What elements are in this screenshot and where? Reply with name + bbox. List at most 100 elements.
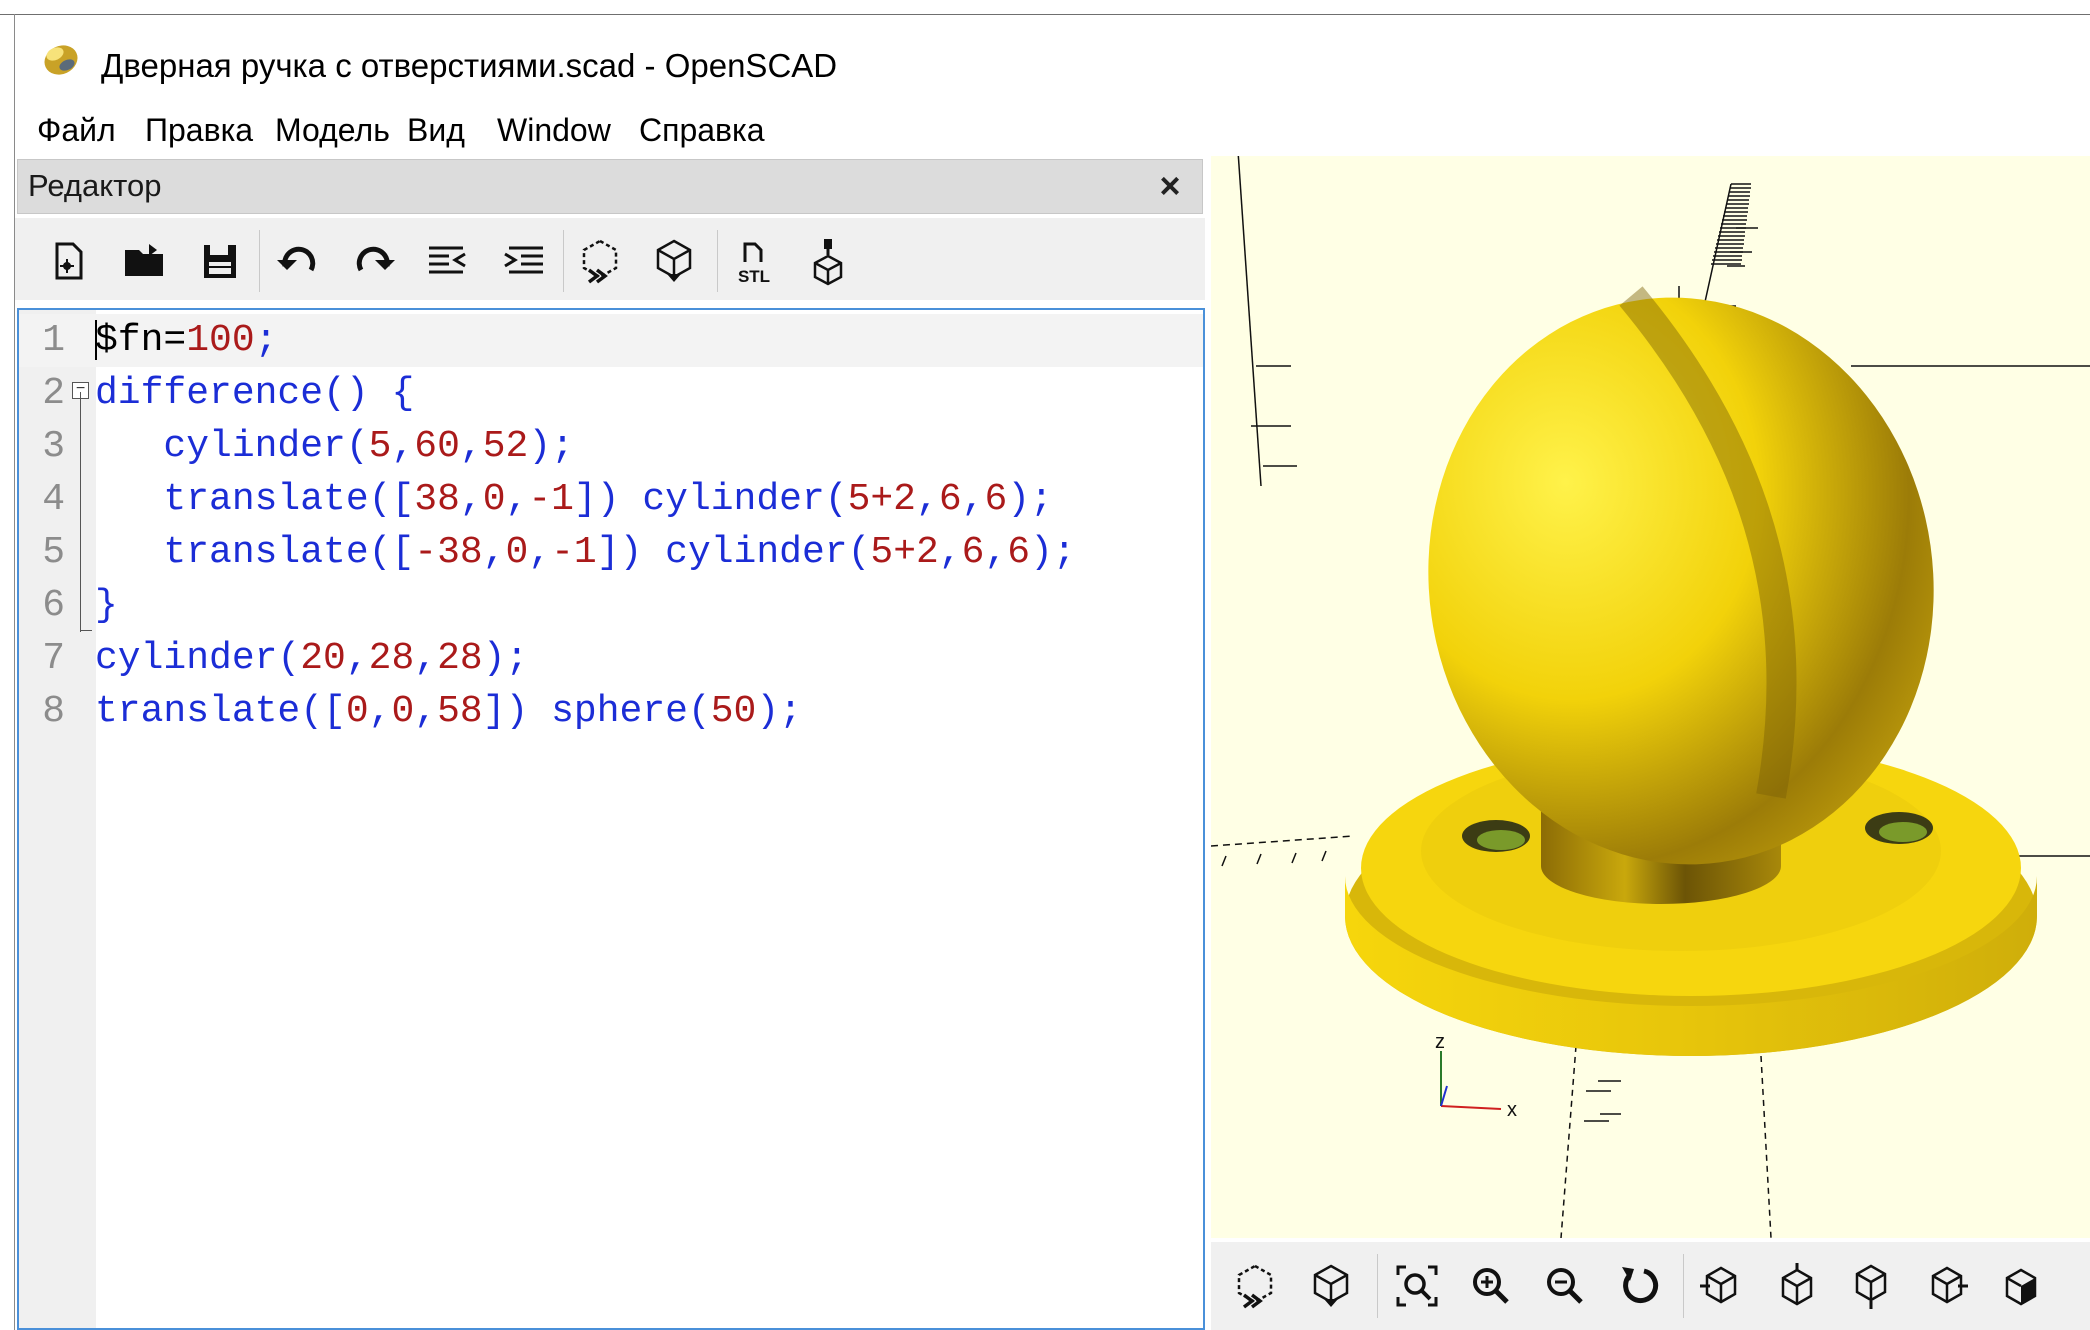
- view-bottom-button[interactable]: [1841, 1256, 1901, 1316]
- code-token: 5: [368, 425, 392, 468]
- toolbar-separator: [259, 230, 260, 292]
- line-number: 2: [42, 372, 65, 415]
- zoom-in-button[interactable]: [1461, 1256, 1521, 1316]
- code-text: translate([0,0,58]) sphere(50);: [95, 685, 802, 738]
- preview-icon: [582, 239, 618, 284]
- code-text: translate([38,0,-1]) cylinder(5+2,6,6);: [95, 473, 1053, 526]
- menu-model[interactable]: Модель: [261, 105, 404, 155]
- code-token: ,: [368, 690, 392, 733]
- code-line[interactable]: 2− difference() {: [19, 367, 1203, 420]
- view-top-button[interactable]: [1767, 1256, 1827, 1316]
- line-number: 6: [42, 584, 65, 627]
- code-token: 6: [1007, 531, 1031, 574]
- redo-button[interactable]: [345, 232, 403, 290]
- code-line[interactable]: 1 $fn=100;: [19, 314, 1203, 367]
- code-token: ,: [391, 425, 415, 468]
- code-token: );: [756, 690, 802, 733]
- view-left-button[interactable]: [1917, 1256, 1977, 1316]
- code-token: 5+2: [870, 531, 939, 574]
- code-token: ,: [938, 531, 962, 574]
- openscad-logo-icon: [37, 37, 81, 81]
- code-token: translate([: [95, 690, 346, 733]
- code-token: 60: [414, 425, 460, 468]
- code-token: ]) cylinder(: [596, 531, 871, 574]
- toolbar-separator: [1377, 1254, 1378, 1318]
- code-token: 0: [391, 690, 415, 733]
- code-token: ,: [482, 531, 506, 574]
- new-file-icon: [55, 242, 83, 280]
- code-token: );: [1007, 478, 1053, 521]
- menu-window[interactable]: Window: [483, 105, 625, 155]
- indent-button[interactable]: [495, 232, 553, 290]
- reset-view-icon: [1622, 1267, 1659, 1304]
- export-stl-button[interactable]: STL: [725, 232, 783, 290]
- send-to-print-button[interactable]: [799, 232, 857, 290]
- open-file-icon: [125, 244, 163, 276]
- menu-edit[interactable]: Правка: [131, 105, 267, 155]
- code-token: 6: [938, 478, 962, 521]
- code-token: -38: [414, 531, 483, 574]
- code-text: difference() {: [95, 367, 414, 420]
- code-token: );: [482, 637, 529, 680]
- code-token: ,: [459, 425, 483, 468]
- menu-help[interactable]: Справка: [625, 105, 779, 155]
- code-editor[interactable]: 1 $fn=100; 2− difference() {3 cylinder(5,60…: [17, 308, 1205, 1330]
- view-all-button[interactable]: [1387, 1256, 1447, 1316]
- render-icon: [656, 239, 692, 282]
- reset-view-button[interactable]: [1609, 1256, 1669, 1316]
- code-line[interactable]: 6}: [19, 579, 1203, 632]
- code-token: 6: [961, 531, 985, 574]
- code-line[interactable]: 5 translate([-38,0,-1]) cylinder(5+2,6,6…: [19, 526, 1203, 579]
- save-file-button[interactable]: [191, 232, 249, 290]
- code-token: ,: [505, 478, 529, 521]
- code-token: 52: [482, 425, 529, 468]
- zoom-out-button[interactable]: [1535, 1256, 1595, 1316]
- preview-button-viewport[interactable]: [1225, 1256, 1285, 1316]
- send-to-print-icon: [813, 239, 843, 286]
- 3d-viewport[interactable]: z x: [1211, 156, 2090, 1238]
- svg-text:STL: STL: [738, 267, 770, 286]
- code-token: 58: [437, 690, 483, 733]
- view-top-icon: [1781, 1263, 1813, 1306]
- line-number: 5: [42, 531, 65, 574]
- preview-button[interactable]: [571, 232, 629, 290]
- unindent-button[interactable]: [419, 232, 477, 290]
- code-token: ]) cylinder(: [573, 478, 848, 521]
- toolbar-separator: [717, 230, 718, 292]
- view-front-button[interactable]: [1991, 1256, 2051, 1316]
- line-number: 4: [42, 478, 65, 521]
- view-bottom-icon: [1855, 1264, 1887, 1309]
- code-line[interactable]: 8 translate([0,0,58]) sphere(50);: [19, 685, 1203, 738]
- open-file-button[interactable]: [115, 232, 173, 290]
- render-button[interactable]: [645, 232, 703, 290]
- code-token: ,: [459, 478, 483, 521]
- editor-title: Редактор: [28, 168, 162, 203]
- editor-header: Редактор ×: [17, 159, 1203, 214]
- render-button-viewport[interactable]: [1301, 1256, 1361, 1316]
- code-token: ;: [254, 319, 278, 362]
- code-token: 38: [414, 478, 460, 521]
- code-line[interactable]: 7 cylinder(20,28,28);: [19, 632, 1203, 685]
- code-text: cylinder(5,60,52);: [95, 420, 574, 473]
- menu-view[interactable]: Вид: [393, 105, 479, 155]
- toolbar-separator: [1683, 1254, 1684, 1318]
- code-text: }: [95, 579, 118, 632]
- save-file-icon: [204, 245, 236, 278]
- new-file-button[interactable]: [39, 232, 97, 290]
- view-right-button[interactable]: [1691, 1256, 1751, 1316]
- editor-close-button[interactable]: ×: [1148, 164, 1192, 208]
- menu-file[interactable]: Файл: [23, 105, 130, 155]
- line-number: 3: [42, 425, 65, 468]
- code-token: cylinder(: [95, 425, 369, 468]
- code-line[interactable]: 4 translate([38,0,-1]) cylinder(5+2,6,6)…: [19, 473, 1203, 526]
- axis-z-label: z: [1435, 1031, 1445, 1053]
- undo-button[interactable]: [269, 232, 327, 290]
- code-line[interactable]: 3 cylinder(5,60,52);: [19, 420, 1203, 473]
- unindent-icon: [429, 246, 466, 274]
- code-token: translate([: [95, 478, 415, 521]
- export-stl-icon: STL: [738, 242, 770, 286]
- code-token: ,: [528, 531, 552, 574]
- code-text: cylinder(20,28,28);: [95, 632, 528, 685]
- line-number: 7: [42, 637, 65, 680]
- code-token: 5+2: [847, 478, 916, 521]
